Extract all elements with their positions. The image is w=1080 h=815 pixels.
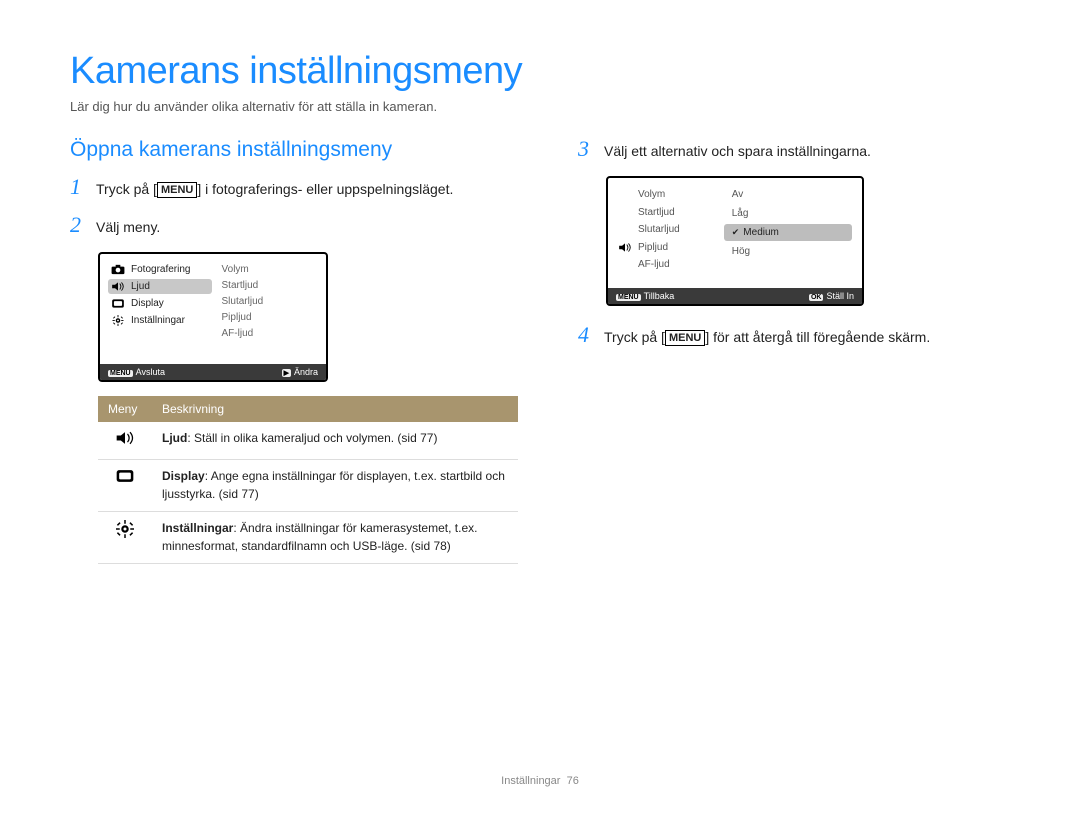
menu-key-label: MENU bbox=[665, 330, 705, 346]
step4-text-b: ] för att återgå till föregående skärm. bbox=[705, 329, 930, 345]
submenu-item: AF-ljud bbox=[618, 256, 716, 274]
sound-icon bbox=[111, 281, 125, 292]
option-lag: Låg bbox=[724, 205, 852, 222]
ok-key-icon: OK bbox=[809, 294, 824, 301]
play-key-icon: ▶ bbox=[282, 369, 291, 377]
camera-icon bbox=[111, 264, 125, 275]
submenu-item: Pipljud bbox=[618, 239, 716, 257]
submenu-item: Volym bbox=[618, 186, 716, 204]
step1-text-b: ] i fotograferings- eller uppspelningslä… bbox=[197, 181, 453, 197]
step-2: 2 Välj meny. bbox=[70, 214, 518, 238]
step-4: 4 Tryck på [MENU] för att återgå till fö… bbox=[578, 324, 1010, 348]
step-1: 1 Tryck på [MENU] i fotograferings- elle… bbox=[70, 176, 518, 200]
step-number: 4 bbox=[578, 324, 594, 346]
section-title: Öppna kamerans inställningsmeny bbox=[70, 138, 518, 162]
menu-item-ljud: Ljud bbox=[108, 279, 212, 294]
camera-screen-menu: Fotografering Ljud Display Inställningar bbox=[98, 252, 328, 382]
step-number: 3 bbox=[578, 138, 594, 160]
screen-footer: MENUTillbaka OKStäll In bbox=[608, 288, 862, 304]
page-subtitle: Lär dig hur du använder olika alternativ… bbox=[70, 99, 1010, 114]
sound-icon bbox=[618, 242, 632, 253]
step-3: 3 Välj ett alternativ och spara inställn… bbox=[578, 138, 1010, 162]
option-av: Av bbox=[724, 186, 852, 203]
page-title: Kamerans inställningsmeny bbox=[70, 50, 1010, 93]
menu-key-label: MENU bbox=[157, 182, 197, 198]
step-number: 1 bbox=[70, 176, 86, 198]
right-column: 3 Välj ett alternativ och spara inställn… bbox=[578, 138, 1010, 564]
submenu-item: Volym bbox=[222, 262, 322, 278]
menu-key-icon: MENU bbox=[616, 294, 641, 301]
table-row: Ljud: Ställ in olika kameraljud och voly… bbox=[98, 422, 518, 460]
submenu-item: Slutarljud bbox=[222, 294, 322, 310]
gear-icon bbox=[111, 315, 125, 326]
gear-icon bbox=[116, 520, 134, 538]
step3-text: Välj ett alternativ och spara inställnin… bbox=[604, 138, 871, 162]
submenu-item: Slutarljud bbox=[618, 221, 716, 239]
table-header-beskrivning: Beskrivning bbox=[152, 396, 518, 422]
option-hog: Hög bbox=[724, 243, 852, 260]
submenu-item: Pipljud bbox=[222, 310, 322, 326]
submenu-item: Startljud bbox=[618, 204, 716, 222]
menu-key-icon: MENU bbox=[108, 370, 133, 377]
step-number: 2 bbox=[70, 214, 86, 236]
check-icon: ✔ bbox=[732, 227, 740, 237]
step4-text-a: Tryck på [ bbox=[604, 329, 665, 345]
table-header-meny: Meny bbox=[98, 396, 152, 422]
display-icon bbox=[111, 298, 125, 309]
menu-item-installningar: Inställningar bbox=[108, 313, 212, 328]
submenu-item: AF-ljud bbox=[222, 326, 322, 342]
sound-icon bbox=[115, 430, 135, 446]
left-column: Öppna kamerans inställningsmeny 1 Tryck … bbox=[70, 138, 518, 564]
camera-screen-volume: Volym Startljud Slutarljud Pipljud AF-lj… bbox=[606, 176, 864, 306]
submenu-item: Startljud bbox=[222, 278, 322, 294]
step1-text-a: Tryck på [ bbox=[96, 181, 157, 197]
table-row: Inställningar: Ändra inställningar för k… bbox=[98, 512, 518, 564]
display-icon bbox=[115, 468, 135, 484]
page-footer: Inställningar 76 bbox=[0, 775, 1080, 787]
menu-description-table: Meny Beskrivning Ljud: Ställ in olika ka… bbox=[98, 396, 518, 564]
menu-item-display: Display bbox=[108, 296, 212, 311]
menu-item-fotografering: Fotografering bbox=[108, 262, 212, 277]
option-medium: ✔Medium bbox=[724, 224, 852, 241]
screen-footer: MENUAvsluta ▶Ändra bbox=[100, 364, 326, 380]
step2-text: Välj meny. bbox=[96, 214, 160, 238]
table-row: Display: Ange egna inställningar för dis… bbox=[98, 460, 518, 512]
